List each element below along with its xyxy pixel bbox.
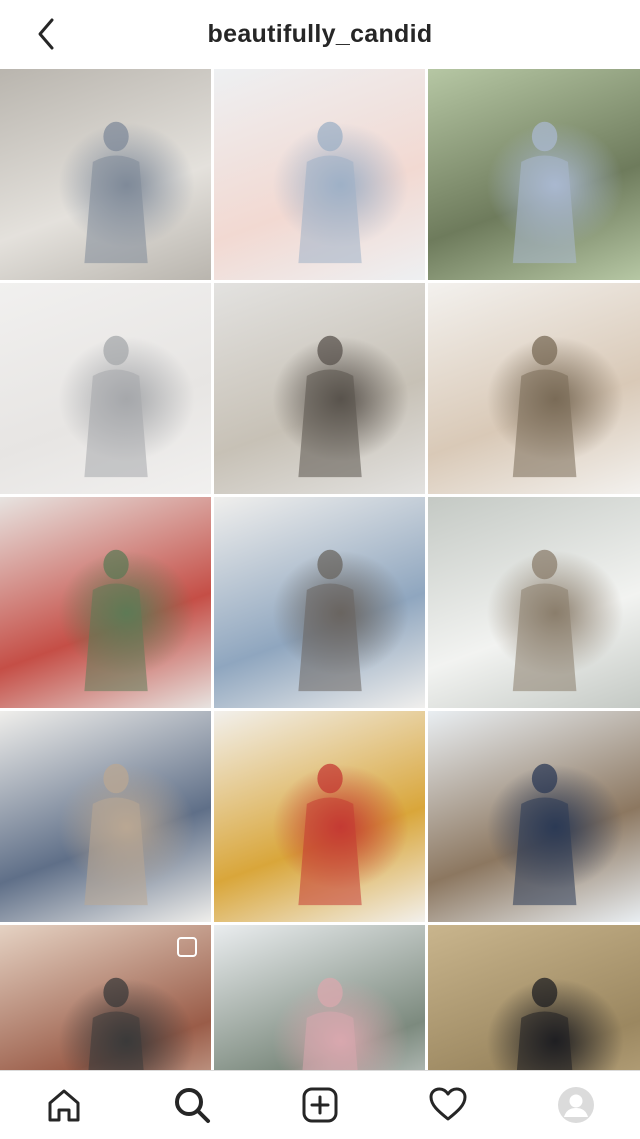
grid-photo-tile[interactable] [0, 711, 211, 922]
grid-photo-tile[interactable] [0, 69, 211, 280]
chevron-left-icon [38, 18, 54, 50]
grid-photo-tile[interactable] [428, 711, 640, 922]
grid-photo-tile[interactable] [214, 497, 425, 708]
back-button[interactable] [26, 14, 66, 54]
grid-photo-tile[interactable] [428, 69, 640, 280]
grid-photo-tile[interactable] [428, 497, 640, 708]
plus-square-icon [302, 1087, 338, 1123]
tab-profile[interactable] [544, 1073, 608, 1137]
tab-search[interactable] [160, 1073, 224, 1137]
grid-photo-tile[interactable] [0, 283, 211, 494]
photo-image [84, 121, 148, 264]
grid-photo-tile[interactable] [214, 69, 425, 280]
photo-image [512, 763, 577, 906]
photo-grid [0, 69, 640, 1136]
photo-image [84, 763, 148, 906]
grid-photo-tile[interactable] [214, 711, 425, 922]
tab-home[interactable] [32, 1073, 96, 1137]
heart-icon [429, 1087, 467, 1121]
photo-image [298, 549, 362, 692]
photo-image [84, 549, 148, 692]
grid-photo-tile[interactable] [428, 283, 640, 494]
carousel-icon [177, 937, 197, 957]
header: beautifully_candid [0, 0, 640, 68]
tab-activity[interactable] [416, 1073, 480, 1137]
photo-image [298, 335, 362, 478]
photo-image [298, 763, 362, 906]
grid-photo-tile[interactable] [0, 497, 211, 708]
search-icon [175, 1088, 210, 1123]
profile-avatar-icon [558, 1087, 594, 1123]
photo-image [512, 549, 577, 692]
bottom-tab-bar [0, 1070, 640, 1139]
profile-username: beautifully_candid [207, 19, 433, 48]
photo-image [512, 121, 577, 264]
photo-image [512, 335, 577, 478]
grid-photo-tile[interactable] [214, 283, 425, 494]
photo-image [298, 121, 362, 264]
photo-image [84, 335, 148, 478]
home-icon [48, 1089, 80, 1122]
tab-new-post[interactable] [288, 1073, 352, 1137]
